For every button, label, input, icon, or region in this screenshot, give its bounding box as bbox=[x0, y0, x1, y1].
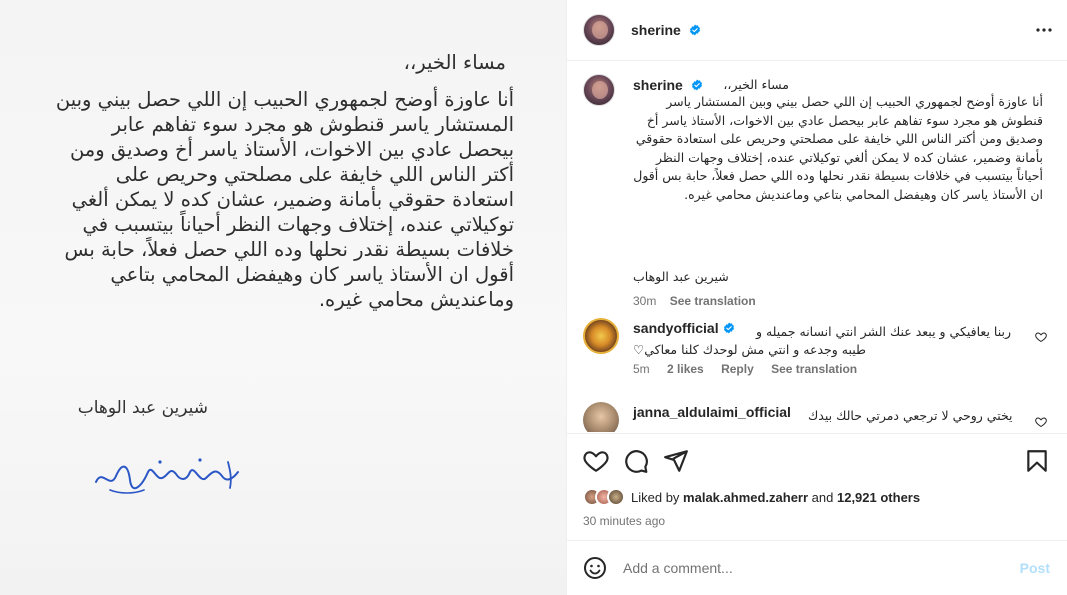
comments-list[interactable]: sherine مساء الخير،، أنا عاوزة أوضح لجمه… bbox=[567, 62, 1067, 432]
liked-by-text: Liked by malak.ahmed.zaherr and 12,921 o… bbox=[631, 490, 920, 505]
share-paper-plane-icon[interactable] bbox=[663, 448, 689, 474]
handwritten-signature bbox=[95, 458, 239, 494]
liked-by-prefix: Liked by bbox=[631, 489, 684, 505]
save-bookmark-icon[interactable] bbox=[1024, 448, 1050, 474]
caption-signature: شيرين عبد الوهاب bbox=[633, 269, 729, 284]
comment-bubble-icon[interactable] bbox=[623, 448, 649, 474]
emoji-smiley-icon[interactable] bbox=[583, 556, 607, 580]
commenter-username-text: sandyofficial bbox=[633, 320, 719, 336]
comment-body: janna_aldulaimi_official يختي روحي لا تر… bbox=[633, 404, 1043, 423]
caption-body: sherine مساء الخير،، أنا عاوزة أوضح لجمه… bbox=[633, 76, 1047, 308]
post-comment-button[interactable]: Post bbox=[1020, 560, 1050, 576]
liked-by-others-link[interactable]: 12,921 others bbox=[837, 490, 920, 505]
post-header: sherine bbox=[567, 0, 1067, 61]
author-avatar[interactable] bbox=[583, 14, 615, 46]
comment-reply-button[interactable]: Reply bbox=[721, 362, 754, 376]
letter-text: مساء الخير،، أنا عاوزة أوضح لجمهوري الحب… bbox=[54, 50, 514, 312]
comment-like-heart-icon[interactable] bbox=[1035, 416, 1047, 428]
commenter-username[interactable]: janna_aldulaimi_official bbox=[633, 404, 791, 420]
comment-meta: 5m 2 likes Reply See translation bbox=[633, 362, 871, 376]
comment-see-translation-link[interactable]: See translation bbox=[771, 362, 857, 376]
liked-by-user-link[interactable]: malak.ahmed.zaherr bbox=[683, 490, 808, 505]
liked-by-and: and bbox=[808, 489, 837, 505]
instagram-post-modal: مساء الخير،، أنا عاوزة أوضح لجمهوري الحب… bbox=[0, 0, 1067, 595]
verified-badge-icon bbox=[689, 24, 700, 36]
caption-greeting: مساء الخير،، bbox=[723, 77, 789, 92]
liker-avatar bbox=[607, 488, 625, 506]
commenter-username[interactable]: sandyofficial bbox=[633, 320, 735, 336]
caption-time[interactable]: 30m bbox=[633, 294, 656, 308]
post-timestamp[interactable]: 30 minutes ago bbox=[583, 514, 665, 528]
like-heart-icon[interactable] bbox=[583, 448, 609, 474]
caption-meta: 30m See translation bbox=[633, 294, 766, 308]
liked-by-summary: Liked by malak.ahmed.zaherr and 12,921 o… bbox=[583, 488, 920, 506]
caption-username[interactable]: sherine bbox=[633, 77, 683, 93]
more-options-icon[interactable] bbox=[1032, 18, 1056, 42]
letter-body: أنا عاوزة أوضح لجمهوري الحبيب إن اللي حص… bbox=[55, 88, 514, 311]
caption-avatar[interactable] bbox=[583, 74, 615, 106]
caption-first-line: sherine bbox=[633, 76, 1047, 94]
add-comment-bar: Post bbox=[567, 540, 1067, 595]
post-actions: Liked by malak.ahmed.zaherr and 12,921 o… bbox=[567, 433, 1067, 540]
comment-text-line1: ربنا يعافيكي و يبعد عنك الشر انتي انسانه… bbox=[755, 324, 1011, 339]
commenter-avatar[interactable] bbox=[583, 318, 619, 354]
caption-see-translation-link[interactable]: See translation bbox=[670, 294, 756, 308]
comment-input[interactable] bbox=[623, 560, 1003, 576]
comment-likes-count[interactable]: 2 likes bbox=[667, 362, 704, 376]
author-username[interactable]: sherine bbox=[631, 22, 701, 38]
comment-text-line2: طيبه وجدعه و انتي مش لوحدك كلنا معاكي♡ bbox=[633, 342, 866, 357]
caption-text: أنا عاوزة أوضح لجمهوري الحبيب إن اللي حص… bbox=[633, 94, 1043, 202]
post-image[interactable]: مساء الخير،، أنا عاوزة أوضح لجمهوري الحب… bbox=[0, 0, 566, 595]
letter-greeting: مساء الخير،، bbox=[403, 51, 506, 74]
post-details-panel: sherine sherine مساء الخير،، أنا عاوزة أ… bbox=[566, 0, 1067, 595]
comment-time[interactable]: 5m bbox=[633, 362, 650, 376]
comment-like-heart-icon[interactable] bbox=[1035, 331, 1047, 343]
commenter-avatar[interactable] bbox=[583, 402, 619, 432]
comment-text-line1: يختي روحي لا ترجعي دمرتي حالك بيدك bbox=[808, 408, 1013, 423]
author-username-text: sherine bbox=[631, 22, 681, 38]
comment-body: sandyofficial ربنا يعافيكي و يبعد عنك ال… bbox=[633, 320, 1043, 376]
letter-name: شيرين عبد الوهاب bbox=[77, 398, 208, 418]
letter-paper: مساء الخير،، أنا عاوزة أوضح لجمهوري الحب… bbox=[0, 0, 566, 595]
verified-badge-icon bbox=[723, 322, 734, 334]
